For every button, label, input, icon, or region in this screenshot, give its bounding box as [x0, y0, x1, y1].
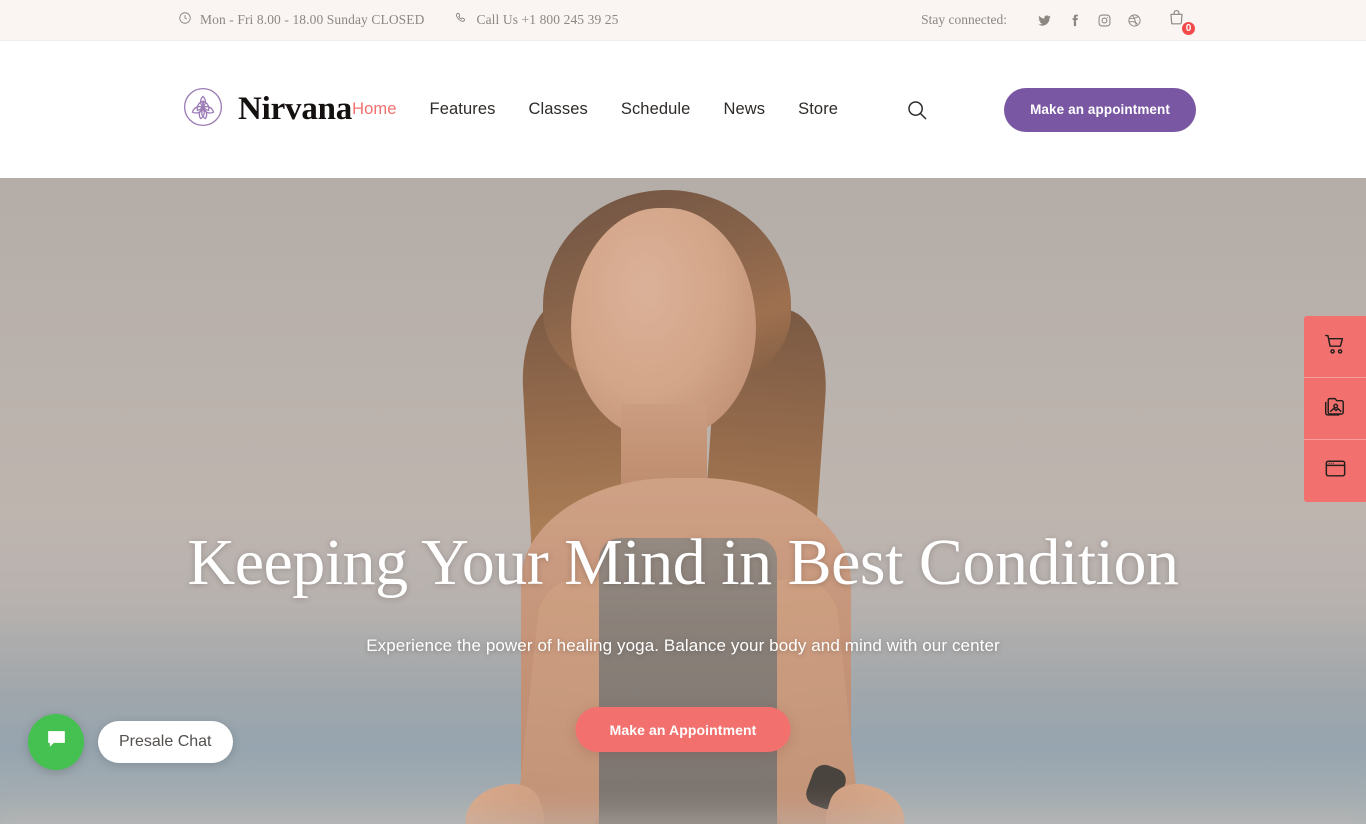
browser-window-icon — [1323, 456, 1348, 486]
side-tab-layouts[interactable] — [1304, 440, 1366, 502]
top-bar: Mon - Fri 8.00 - 18.00 Sunday CLOSED Cal… — [0, 0, 1366, 41]
hero-title: Keeping Your Mind in Best Condition — [187, 526, 1179, 599]
gallery-icon — [1323, 394, 1348, 424]
presale-chat-widget: Presale Chat — [28, 714, 233, 770]
presale-chat-label[interactable]: Presale Chat — [98, 721, 233, 763]
main-nav: Home Features Classes Schedule News Stor… — [352, 87, 1196, 132]
top-bar-left: Mon - Fri 8.00 - 18.00 Sunday CLOSED Cal… — [178, 11, 619, 29]
nav-item-classes[interactable]: Classes — [528, 100, 587, 119]
nav-item-features[interactable]: Features — [430, 100, 496, 119]
nav-item-news[interactable]: News — [723, 100, 765, 119]
nav-item-home[interactable]: Home — [352, 100, 396, 119]
phone-info[interactable]: Call Us +1 800 245 39 25 — [454, 11, 618, 29]
opening-hours: Mon - Fri 8.00 - 18.00 Sunday CLOSED — [178, 11, 424, 29]
facebook-icon[interactable] — [1059, 5, 1089, 35]
clock-icon — [178, 11, 192, 29]
site-header: Nirvana Home Features Classes Schedule N… — [0, 41, 1366, 178]
nav-item-store[interactable]: Store — [798, 100, 838, 119]
side-tab-cart[interactable] — [1304, 316, 1366, 378]
phone-text: Call Us +1 800 245 39 25 — [476, 12, 619, 27]
make-appointment-button-hero[interactable]: Make an Appointment — [575, 707, 791, 752]
top-bar-right: Stay connected: 0 — [921, 5, 1197, 37]
cart-count-badge: 0 — [1180, 20, 1197, 37]
phone-icon — [454, 11, 468, 29]
brand-name: Nirvana — [238, 91, 353, 127]
hero-subtitle: Experience the power of healing yoga. Ba… — [366, 636, 1000, 655]
side-tab-panel — [1304, 316, 1366, 502]
stay-connected-label: Stay connected: — [921, 12, 1007, 27]
side-tab-gallery[interactable] — [1304, 378, 1366, 440]
search-icon[interactable] — [904, 97, 930, 123]
chat-bubble-icon — [44, 727, 69, 757]
instagram-icon[interactable] — [1089, 5, 1119, 35]
cart-bag-button[interactable]: 0 — [1161, 5, 1197, 37]
twitter-icon[interactable] — [1029, 5, 1059, 35]
cart-icon — [1323, 332, 1348, 362]
nav-item-schedule[interactable]: Schedule — [621, 100, 691, 119]
brand-logo[interactable]: Nirvana — [182, 86, 352, 133]
lotus-logo-icon — [182, 86, 224, 133]
opening-hours-text: Mon - Fri 8.00 - 18.00 Sunday CLOSED — [200, 12, 425, 27]
dribbble-icon[interactable] — [1119, 5, 1149, 35]
chat-fab-button[interactable] — [28, 714, 84, 770]
make-appointment-button-header[interactable]: Make an appointment — [1004, 87, 1196, 132]
